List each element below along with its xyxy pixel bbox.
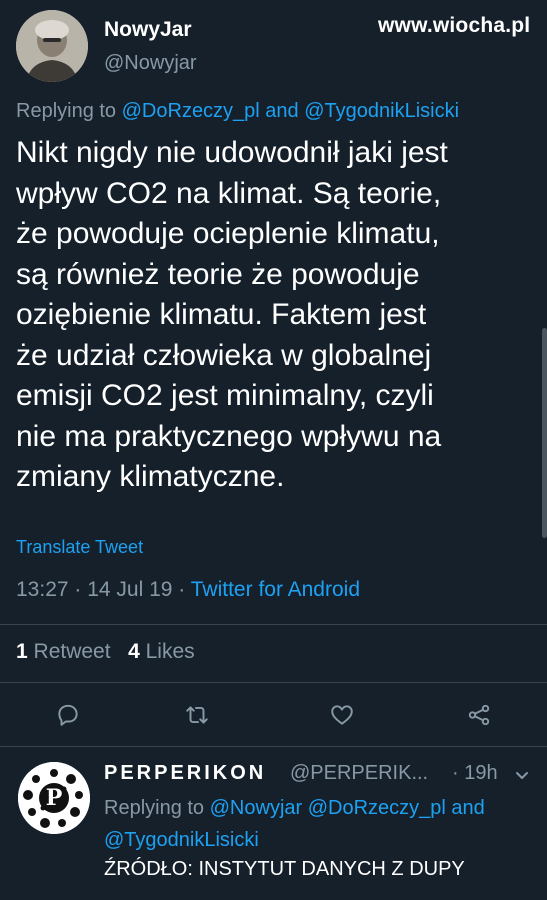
scrollbar[interactable] [542,328,547,538]
retweet-icon [186,706,208,724]
reply-replying-to: Replying to @Nowyjar @DoRzeczy_pl and @T… [104,792,534,856]
tweet-source-link[interactable]: Twitter for Android [191,578,360,601]
likes-stat[interactable]: 4 Likes [128,640,195,663]
like-button[interactable] [325,698,359,732]
reply-display-name[interactable]: PERPERIKON [104,762,266,785]
replying-user-link-dorzeczy[interactable]: @DoRzeczy_pl [122,100,260,122]
tweet-date: 14 Jul 19 [87,578,173,601]
retweet-count: 1 [16,640,28,663]
tweet-body-line: emisji CO2 jest minimalny, czyli [16,379,434,412]
meta-separator: · [172,578,191,601]
retweets-stat[interactable]: 1 Retweet [16,640,111,663]
tweet-body-line: że powoduje ocieplenie klimatu, [16,217,440,250]
tweet-stats: 1 Retweet 4 Likes [16,640,195,664]
reply-replying-prefix: Replying to [104,797,210,819]
retweet-button[interactable] [180,698,214,732]
tweet-body-line: oziębienie klimatu. Faktem jest [16,298,427,331]
replying-to-prefix: Replying to [16,100,122,122]
tweet-time: 13:27 [16,578,69,601]
tweet-body-line: są również teorie że powoduje [16,257,420,291]
replying-user-link-tygodnik[interactable]: @TygodnikLisicki [304,100,459,122]
tweet-detail-screen: NowyJar @Nowyjar www.wiocha.pl Replying … [0,0,547,900]
divider [0,682,547,683]
replying-and: and [259,100,305,122]
translate-tweet-link[interactable]: Translate Tweet [16,537,143,558]
tweet-body-line: Nikt nigdy nie udowodnił jaki jest [16,136,448,169]
reply-author-avatar[interactable]: P [18,762,90,834]
reply-avatar-letter: P [45,785,63,811]
divider [0,624,547,625]
site-watermark: www.wiocha.pl [378,14,531,37]
meta-separator: · [68,578,88,601]
reply-time: · 19h [452,762,498,784]
reply-handle[interactable]: @PERPERIK... [290,762,428,785]
retweet-label: Retweet [33,640,111,663]
author-avatar[interactable] [16,10,88,82]
tweet-body: Nikt nigdy nie udowodnił jaki jest wpływ… [16,133,536,498]
avatar-portrait-image [16,10,88,82]
replying-to-line: Replying to @DoRzeczy_pl and @TygodnikLi… [16,100,459,123]
reply-body: ŹRÓDŁO: INSTYTUT DANYCH Z DUPY [104,858,465,880]
reply-button[interactable] [51,698,85,732]
reply-icon [58,704,78,726]
like-count: 4 [128,640,140,663]
divider [0,746,547,747]
tweet-body-line: zmiany klimatyczne. [16,460,285,493]
like-label: Likes [145,640,195,663]
share-button[interactable] [462,698,496,732]
tweet-body-line: że udział człowieka w globalnej [16,338,432,372]
tweet-meta: 13:27 · 14 Jul 19 · Twitter for Android [16,578,360,602]
like-icon [331,705,353,725]
share-icon [468,704,490,726]
tweet-body-line: wpływ CO2 na klimat. Są teorie, [16,176,442,210]
chevron-down-icon[interactable] [512,766,532,786]
author-display-name[interactable]: NowyJar [104,18,192,42]
author-handle[interactable]: @Nowyjar [104,52,197,75]
tweet-body-line: nie ma praktycznego wpływu na [16,419,442,453]
